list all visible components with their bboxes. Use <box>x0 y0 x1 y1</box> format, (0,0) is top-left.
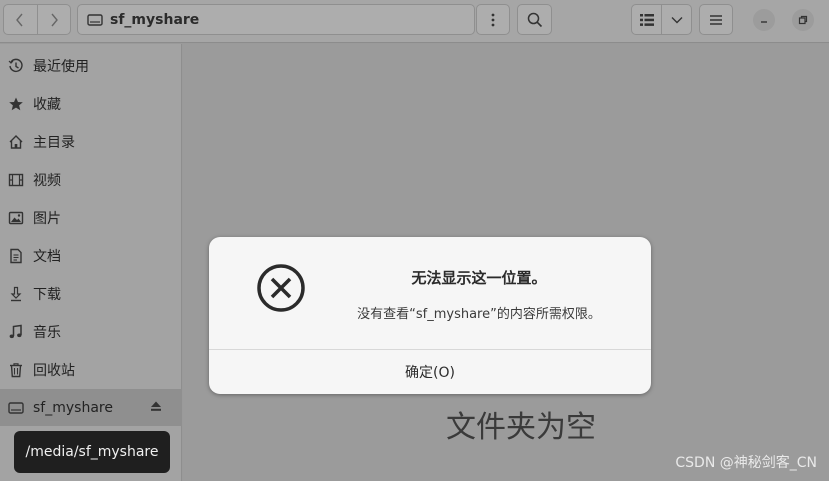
document-icon <box>8 248 24 264</box>
sidebar-item-home[interactable]: 主目录 <box>0 123 182 160</box>
sidebar-item-label: 图片 <box>33 210 61 227</box>
forward-button[interactable] <box>36 5 71 34</box>
chevron-down-icon <box>671 16 682 23</box>
view-switcher <box>631 4 692 35</box>
list-view-icon <box>639 13 654 26</box>
trash-icon <box>8 362 24 378</box>
location-menu-button[interactable] <box>476 4 510 35</box>
sidebar-item-starred[interactable]: 收藏 <box>0 85 182 122</box>
ok-button[interactable]: 确定(O) <box>209 350 651 394</box>
drive-icon <box>87 13 103 26</box>
error-dialog: 无法显示这一位置。 没有查看“sf_myshare”的内容所需权限。 确定(O) <box>209 237 651 394</box>
location-title: sf_myshare <box>110 11 200 28</box>
navigation-buttons <box>3 4 71 35</box>
sidebar-item-recent[interactable]: 最近使用 <box>0 47 182 84</box>
sidebar-item-downloads[interactable]: 下载 <box>0 275 182 312</box>
restore-icon <box>798 15 808 25</box>
dialog-title: 无法显示这一位置。 <box>411 269 547 287</box>
header-bar: sf_myshare <box>0 0 829 43</box>
clock-icon <box>8 58 24 74</box>
eject-button[interactable] <box>150 400 162 416</box>
star-icon <box>8 96 24 112</box>
sidebar-item-label: 最近使用 <box>33 58 89 75</box>
home-icon <box>8 134 24 150</box>
restore-button[interactable] <box>792 9 814 31</box>
sidebar: 最近使用 收藏 主目录 视频 图片 文档 下载 音乐 回收站 sf_myshar… <box>0 44 182 481</box>
sidebar-item-label: 回收站 <box>33 362 75 379</box>
dialog-message: 没有查看“sf_myshare”的内容所需权限。 <box>357 307 601 322</box>
chevron-right-icon <box>51 13 58 26</box>
download-icon <box>8 286 24 302</box>
sidebar-item-videos[interactable]: 视频 <box>0 161 182 198</box>
sidebar-item-trash[interactable]: 回收站 <box>0 351 182 388</box>
error-circle-x-icon <box>257 264 305 312</box>
eject-icon <box>151 401 161 411</box>
watermark: CSDN @神秘剑客_CN <box>675 455 817 471</box>
empty-folder-label: 文件夹为空 <box>446 410 596 445</box>
hamburger-menu-icon <box>710 14 722 25</box>
minimize-button[interactable] <box>753 9 775 31</box>
sidebar-item-label: sf_myshare <box>33 399 113 416</box>
search-icon <box>527 12 542 27</box>
list-view-button[interactable] <box>632 5 661 34</box>
drive-icon <box>8 400 24 416</box>
sidebar-item-sf-myshare[interactable]: sf_myshare <box>0 389 182 426</box>
sidebar-item-label: 收藏 <box>33 96 61 113</box>
path-tooltip: /media/sf_myshare <box>14 431 170 473</box>
chevron-left-icon <box>16 13 23 26</box>
sidebar-item-label: 下载 <box>33 286 61 303</box>
location-bar[interactable]: sf_myshare <box>77 4 475 35</box>
sidebar-item-label: 主目录 <box>33 134 75 151</box>
sidebar-item-pictures[interactable]: 图片 <box>0 199 182 236</box>
sidebar-item-label: 文档 <box>33 248 61 265</box>
minimize-icon <box>761 21 767 23</box>
film-icon <box>8 172 24 188</box>
sidebar-item-label: 音乐 <box>33 324 61 341</box>
view-options-button[interactable] <box>661 5 691 34</box>
music-icon <box>8 324 24 340</box>
sidebar-item-label: 视频 <box>33 172 61 189</box>
back-button[interactable] <box>4 5 37 34</box>
sidebar-item-music[interactable]: 音乐 <box>0 313 182 350</box>
image-icon <box>8 210 24 226</box>
sidebar-item-documents[interactable]: 文档 <box>0 237 182 274</box>
main-menu-button[interactable] <box>699 4 733 35</box>
vertical-dots-icon <box>491 13 495 26</box>
search-button[interactable] <box>517 4 552 35</box>
